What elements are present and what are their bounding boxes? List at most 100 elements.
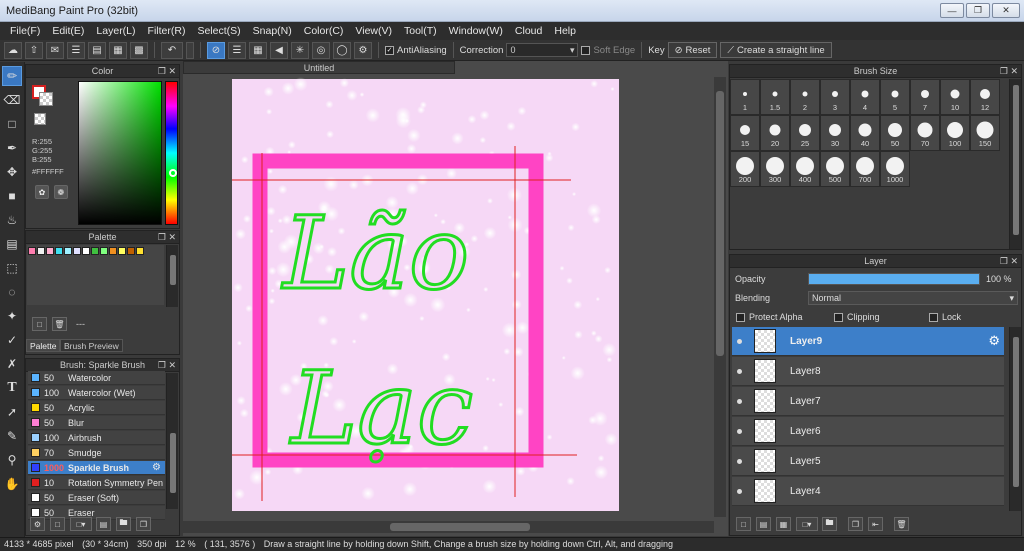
- snap-vanish-icon[interactable]: ◀: [270, 41, 288, 59]
- maximize-button[interactable]: ❐: [966, 3, 990, 18]
- palette-swatch[interactable]: [127, 247, 135, 255]
- brush-list-item[interactable]: 50 Eraser (Soft): [28, 491, 165, 505]
- brush-size-cell[interactable]: 70: [910, 115, 940, 151]
- brush-page-icon[interactable]: ▤: [96, 517, 111, 531]
- brush-list-item[interactable]: 10 Rotation Symmetry Pen: [28, 476, 165, 490]
- panel-close-icon[interactable]: ❐ ✕: [158, 231, 176, 244]
- brush-add-dropdown-icon[interactable]: □▾: [70, 517, 92, 531]
- palette-swatch[interactable]: [37, 247, 45, 255]
- layer-row[interactable]: Layer5: [732, 447, 1004, 476]
- palette-swatch[interactable]: [118, 247, 126, 255]
- brush-size-cell[interactable]: 1.5: [760, 79, 790, 115]
- palette-swatch[interactable]: [100, 247, 108, 255]
- brush-size-cell[interactable]: 4: [850, 79, 880, 115]
- layer-row[interactable]: Layer8: [732, 357, 1004, 386]
- menu-file[interactable]: File(F): [4, 25, 46, 37]
- layer-settings-gear-icon[interactable]: ⚙: [988, 333, 1000, 349]
- brush-size-cell[interactable]: 2: [790, 79, 820, 115]
- layer-visibility-icon[interactable]: [737, 488, 742, 494]
- select-rectangle-tool-icon[interactable]: ⬚: [2, 258, 22, 278]
- brush-size-cell[interactable]: 20: [760, 115, 790, 151]
- color-palette-icon[interactable]: ❁: [54, 185, 68, 199]
- create-straight-line-button[interactable]: ⟋ Create a straight line: [720, 42, 832, 58]
- brush-folder-icon[interactable]: 🖿: [116, 517, 131, 531]
- magic-wand-tool-icon[interactable]: ✦: [2, 306, 22, 326]
- clipping-checkbox[interactable]: [834, 313, 843, 322]
- snap-circle-icon[interactable]: ◯: [333, 41, 351, 59]
- palette-swatch[interactable]: [136, 247, 144, 255]
- menu-view[interactable]: View(V): [349, 25, 398, 37]
- canvas-horizontal-scroll-thumb[interactable]: [390, 523, 530, 531]
- undo-history-handle[interactable]: [186, 41, 194, 59]
- layer-row[interactable]: Layer4: [732, 477, 1004, 506]
- color-wheel-icon[interactable]: ✿: [35, 185, 49, 199]
- snap-grid-icon[interactable]: ▦: [249, 41, 267, 59]
- menu-help[interactable]: Help: [548, 25, 582, 37]
- brush-tool-icon[interactable]: ✏: [2, 66, 22, 86]
- tab-brush-preview[interactable]: Brush Preview: [60, 339, 123, 352]
- text-tool-icon[interactable]: T: [2, 378, 22, 398]
- brush-list-item[interactable]: 100 Airbrush: [28, 431, 165, 445]
- pen-tool-icon[interactable]: ✒: [2, 138, 22, 158]
- brush-list-item[interactable]: 50 Watercolor: [28, 371, 165, 385]
- palette-delete-icon[interactable]: 🗑: [52, 317, 67, 331]
- move-tool-icon[interactable]: ✥: [2, 162, 22, 182]
- protect-alpha-checkbox[interactable]: [736, 313, 745, 322]
- eraser-tool-icon[interactable]: ⌫: [2, 90, 22, 110]
- brush-size-cell[interactable]: 200: [730, 151, 760, 187]
- correction-select[interactable]: 0 ▾: [506, 43, 579, 57]
- layer-visibility-icon[interactable]: [737, 458, 742, 464]
- page-icon[interactable]: ▤: [88, 41, 106, 59]
- brush-size-cell[interactable]: 300: [760, 151, 790, 187]
- layer-row[interactable]: Layer6: [732, 417, 1004, 446]
- brush-list-item[interactable]: 50 Acrylic: [28, 401, 165, 415]
- brush-size-cell[interactable]: 40: [850, 115, 880, 151]
- palette-swatch[interactable]: [55, 247, 63, 255]
- palette-swatch[interactable]: [64, 247, 72, 255]
- palette-swatch[interactable]: [82, 247, 90, 255]
- layer-visibility-icon[interactable]: [737, 398, 742, 404]
- layer-delete-icon[interactable]: 🗑: [894, 517, 909, 531]
- snap-settings-icon[interactable]: ⚙: [354, 41, 372, 59]
- layer-visibility-icon[interactable]: [737, 338, 742, 344]
- layer-new-halftone-icon[interactable]: ▤: [756, 517, 771, 531]
- brush-list-item[interactable]: 50 Blur: [28, 416, 165, 430]
- brush-size-scroll-thumb[interactable]: [1013, 85, 1019, 235]
- layer-list-scroll-thumb[interactable]: [1013, 337, 1019, 487]
- layer-row[interactable]: Layer7: [732, 387, 1004, 416]
- menu-color[interactable]: Color(C): [298, 25, 350, 37]
- layer-list-scrollbar[interactable]: [1009, 327, 1021, 511]
- brush-size-cell[interactable]: 50: [880, 115, 910, 151]
- panel-close-icon[interactable]: ❐ ✕: [1000, 255, 1018, 268]
- layer-add-dropdown-icon[interactable]: □▾: [796, 517, 818, 531]
- menu-select[interactable]: Select(S): [191, 25, 246, 37]
- menu-filter[interactable]: Filter(R): [142, 25, 192, 37]
- brush-list-scroll-thumb[interactable]: [170, 433, 176, 493]
- brush-size-cell[interactable]: 1: [730, 79, 760, 115]
- dot-tool-icon[interactable]: □: [2, 114, 22, 134]
- snap-parallel-icon[interactable]: ☰: [228, 41, 246, 59]
- brush-new-icon[interactable]: □: [50, 517, 65, 531]
- antialiasing-checkbox[interactable]: ✓: [385, 45, 394, 55]
- soft-edge-checkbox[interactable]: [581, 45, 591, 55]
- hue-slider[interactable]: [165, 81, 178, 225]
- canvas-view[interactable]: Lão Lạc: [183, 61, 728, 536]
- layer-row[interactable]: Layer9 ⚙: [732, 327, 1004, 356]
- comment-icon[interactable]: ☰: [67, 41, 85, 59]
- brush-list-item[interactable]: 70 Smudge: [28, 446, 165, 460]
- reset-button[interactable]: ⊘ Reset: [667, 42, 718, 58]
- layer-merge-icon[interactable]: ⇤: [868, 517, 883, 531]
- hand-tool-icon[interactable]: ✋: [2, 474, 22, 494]
- minimize-button[interactable]: —: [940, 3, 964, 18]
- palette-swatch[interactable]: [28, 247, 36, 255]
- layer-visibility-icon[interactable]: [737, 428, 742, 434]
- grid-layout-icon[interactable]: ▩: [130, 41, 148, 59]
- undo-icon[interactable]: ↶: [161, 41, 183, 59]
- palette-scrollbar[interactable]: [166, 245, 178, 307]
- lock-checkbox[interactable]: [929, 313, 938, 322]
- eyedropper-tool-icon[interactable]: ⚲: [2, 450, 22, 470]
- layer-new-8bit-icon[interactable]: ▦: [776, 517, 791, 531]
- fill-rectangle-tool-icon[interactable]: ■: [2, 186, 22, 206]
- brush-size-cell[interactable]: 7: [910, 79, 940, 115]
- menu-tool[interactable]: Tool(T): [398, 25, 443, 37]
